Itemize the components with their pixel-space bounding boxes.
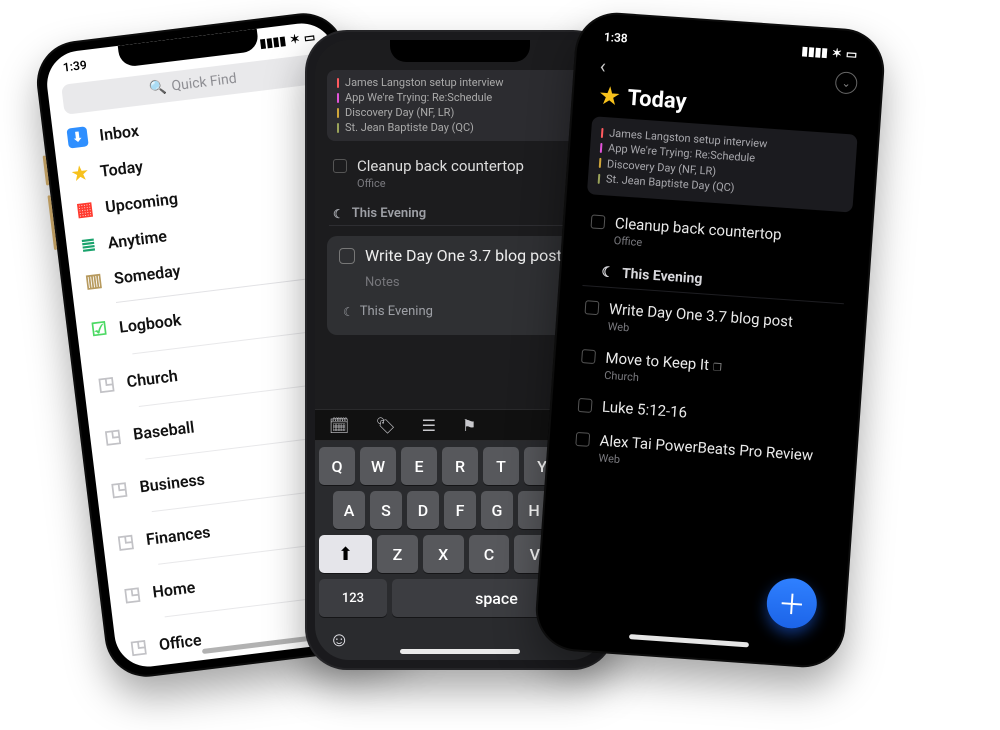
key-r[interactable]: R bbox=[442, 447, 478, 485]
checkbox[interactable] bbox=[581, 349, 596, 364]
task-title: Cleanup back countertop bbox=[357, 157, 524, 175]
calendar-icon[interactable]: 🗓 bbox=[329, 416, 349, 435]
drawer-icon: ▥ bbox=[84, 269, 103, 292]
section-title: This Evening bbox=[352, 206, 426, 221]
signal-icon: ▮▮▮▮ bbox=[801, 44, 828, 60]
key-c[interactable]: C bbox=[469, 535, 510, 573]
link-icon: ❐ bbox=[712, 362, 722, 374]
task-subtitle: Office bbox=[357, 177, 524, 190]
checkbox[interactable] bbox=[591, 214, 606, 229]
calendar-icon: ▦ bbox=[75, 198, 94, 221]
key-f[interactable]: F bbox=[444, 491, 476, 529]
key-x[interactable]: X bbox=[423, 535, 464, 573]
notch bbox=[390, 40, 530, 62]
checkbox[interactable] bbox=[333, 159, 347, 173]
checkbox[interactable] bbox=[339, 248, 355, 264]
editor-when-tag[interactable]: ☾ This Evening bbox=[339, 304, 581, 319]
star-icon: ★ bbox=[71, 162, 90, 185]
area-icon: ◳ bbox=[116, 530, 135, 553]
area-label: Finances bbox=[145, 522, 211, 549]
editor-title-input[interactable]: Write Day One 3.7 blog post bbox=[365, 246, 562, 265]
sidebar-item-label: Inbox bbox=[98, 120, 140, 144]
moon-icon: ☾ bbox=[601, 264, 615, 281]
editor-notes-placeholder[interactable]: Notes bbox=[339, 265, 581, 304]
section-header-evening: ☾ This Evening bbox=[315, 198, 605, 225]
checkbox[interactable] bbox=[575, 431, 590, 446]
sidebar-item-label: Anytime bbox=[107, 226, 168, 252]
phone-black-today: 1:38 ➤ ▮▮▮▮ ✶ ▭ ‹ ⌄ ★ Today James Langst… bbox=[533, 10, 887, 670]
signal-icon: ▮▮▮▮ bbox=[259, 33, 287, 50]
checkbox[interactable] bbox=[585, 300, 600, 315]
key-z[interactable]: Z bbox=[377, 535, 418, 573]
area-icon: ◳ bbox=[129, 635, 148, 658]
sidebar-item-label: Today bbox=[99, 156, 144, 180]
section-title: This Evening bbox=[621, 265, 702, 287]
logbook-icon: ☑ bbox=[90, 318, 109, 341]
sidebar-item-label: Someday bbox=[113, 260, 182, 287]
calendar-event: James Langston setup interview bbox=[345, 76, 504, 91]
status-time: 1:38 bbox=[603, 30, 628, 46]
moon-icon: ☾ bbox=[343, 305, 354, 319]
more-button[interactable]: ⌄ bbox=[835, 71, 858, 94]
task-title: Luke 5:12-16 bbox=[601, 397, 687, 421]
calendar-event: App We're Trying: Re:Schedule bbox=[345, 91, 492, 106]
area-icon: ◳ bbox=[103, 425, 122, 448]
sidebar-item-label: Logbook bbox=[118, 310, 182, 336]
inbox-icon: ⬇ bbox=[66, 126, 88, 148]
search-placeholder: Quick Find bbox=[171, 71, 238, 95]
key-123[interactable]: 123 bbox=[319, 579, 387, 617]
key-shift[interactable]: ⬆ bbox=[319, 535, 372, 573]
tag-icon[interactable]: 🏷 bbox=[375, 416, 395, 435]
key-w[interactable]: W bbox=[360, 447, 396, 485]
emoji-key[interactable]: ☺ bbox=[329, 627, 349, 652]
area-icon: ◳ bbox=[97, 372, 116, 395]
area-label: Church bbox=[126, 366, 179, 391]
key-a[interactable]: A bbox=[333, 491, 365, 529]
title-label: Today bbox=[627, 86, 688, 115]
checkbox[interactable] bbox=[578, 398, 593, 413]
back-button[interactable]: ‹ bbox=[599, 54, 607, 78]
key-d[interactable]: D bbox=[407, 491, 439, 529]
task-editor-card[interactable]: Write Day One 3.7 blog post Notes ☾ This… bbox=[327, 236, 593, 335]
key-t[interactable]: T bbox=[483, 447, 519, 485]
area-label: Baseball bbox=[132, 417, 195, 443]
home-indicator[interactable] bbox=[629, 634, 749, 647]
sidebar-item-label: Upcoming bbox=[104, 188, 179, 216]
key-g[interactable]: G bbox=[481, 491, 513, 529]
area-label: Home bbox=[151, 577, 196, 601]
stack-icon: ≣ bbox=[80, 234, 98, 257]
wifi-icon: ✶ bbox=[831, 46, 842, 61]
calendar-event: Discovery Day (NF, LR) bbox=[345, 106, 454, 121]
area-label: Business bbox=[138, 469, 205, 496]
battery-icon: ▭ bbox=[845, 47, 857, 62]
task-row[interactable]: Cleanup back countertop Office bbox=[315, 149, 605, 198]
calendar-block[interactable]: James Langston setup interview App We're… bbox=[327, 70, 593, 141]
calendar-event: St. Jean Baptiste Day (QC) bbox=[345, 121, 474, 136]
battery-icon: ▭ bbox=[303, 30, 316, 45]
home-indicator[interactable] bbox=[400, 649, 520, 654]
wifi-icon: ✶ bbox=[289, 32, 301, 47]
search-icon: 🔍 bbox=[148, 79, 167, 97]
checklist-icon[interactable]: ☰ bbox=[422, 416, 436, 435]
key-e[interactable]: E bbox=[401, 447, 437, 485]
add-task-button[interactable]: ＋ bbox=[765, 577, 818, 630]
key-q[interactable]: Q bbox=[319, 447, 355, 485]
key-s[interactable]: S bbox=[370, 491, 402, 529]
moon-icon: ☾ bbox=[333, 207, 344, 221]
area-icon: ◳ bbox=[122, 583, 141, 606]
flag-icon[interactable]: ⚑ bbox=[462, 416, 476, 435]
area-label: Office bbox=[158, 630, 203, 654]
area-icon: ◳ bbox=[110, 478, 129, 501]
editor-when-label: This Evening bbox=[360, 304, 433, 319]
status-time: 1:39 bbox=[62, 58, 87, 75]
divider bbox=[329, 225, 591, 226]
star-icon: ★ bbox=[599, 84, 620, 110]
